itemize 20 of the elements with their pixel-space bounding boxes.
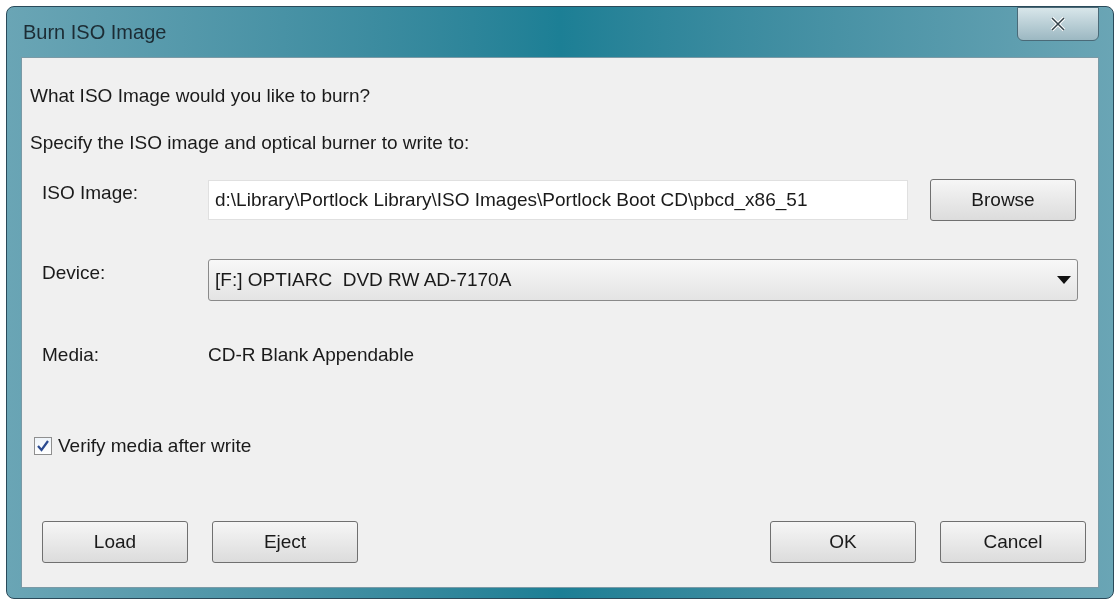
device-label: Device:	[42, 261, 107, 285]
iso-image-label: ISO Image:	[42, 181, 140, 205]
dialog-button[interactable]: Cancel	[940, 521, 1086, 563]
verify-checkbox[interactable]	[34, 436, 52, 455]
device-dropdown[interactable]: [F:] OPTIARC DVD RW AD-7170A	[208, 259, 1078, 301]
browse-button[interactable]: Browse	[930, 179, 1076, 221]
verify-label: Verify media after write	[58, 433, 252, 458]
media-value: CD-R Blank Appendable	[208, 343, 414, 367]
dropdown-caret-icon	[1057, 276, 1071, 284]
dialog-button[interactable]: Load	[42, 521, 188, 563]
instruction: Specify the ISO image and optical burner to write to:	[30, 130, 471, 155]
check-icon	[37, 439, 49, 452]
dialog-button[interactable]: OK	[770, 521, 916, 563]
close-icon	[1050, 16, 1066, 32]
close-button[interactable]	[1017, 7, 1099, 41]
heading: What ISO Image would you like to burn?	[30, 84, 372, 108]
media-label: Media:	[42, 343, 101, 367]
iso-image-field[interactable]: d:\Library\Portlock Library\ISO Images\Portlock Boot CD\pbcd_x86_51	[208, 180, 908, 220]
dialog-button[interactable]: Eject	[212, 521, 358, 563]
window-title: Burn ISO Image	[22, 20, 167, 45]
